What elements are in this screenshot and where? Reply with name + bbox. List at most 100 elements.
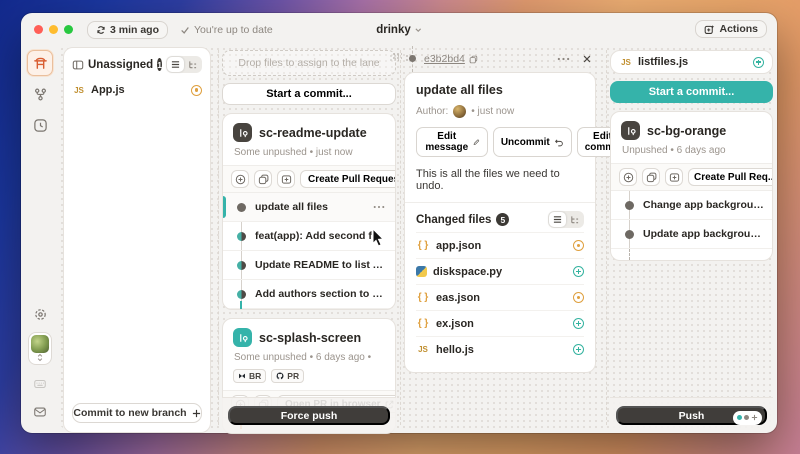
- edit-message-button[interactable]: Edit message: [416, 127, 488, 157]
- assigned-file-row[interactable]: JS listfiles.js: [610, 50, 773, 74]
- workspace-nav-button[interactable]: [27, 50, 53, 76]
- branch-review-badge[interactable]: BR: [233, 369, 266, 383]
- commit-row-selected[interactable]: update all files: [223, 193, 395, 222]
- pr-badge[interactable]: PR: [271, 369, 304, 383]
- branch-header[interactable]: sc-readme-update Some unpushed • just no…: [223, 114, 395, 165]
- close-window-button[interactable]: [34, 25, 43, 34]
- fold-commits-icon-button[interactable]: [642, 168, 660, 186]
- json-file-icon: { }: [416, 240, 430, 251]
- review-icon-button[interactable]: [277, 170, 295, 188]
- added-status-icon: [573, 344, 584, 355]
- lane-bg-orange: JS listfiles.js Start a commit... sc-bg-…: [610, 50, 773, 433]
- github-icon: [276, 372, 284, 380]
- sync-button[interactable]: 3 min ago: [87, 21, 168, 39]
- changed-file-row[interactable]: { } eas.json: [416, 284, 584, 310]
- tree-view-button[interactable]: [184, 57, 201, 72]
- push-bar: Force push: [222, 397, 396, 433]
- uptodate-status: You're up to date: [180, 24, 273, 36]
- tree-view-icon: [570, 215, 579, 224]
- commit-row[interactable]: Update app background color t...: [611, 220, 772, 249]
- lane-drag-handle[interactable]: [392, 52, 402, 59]
- create-pr-button[interactable]: Create Pull Req...: [688, 168, 773, 186]
- branch-header[interactable]: sc-bg-orange Unpushed • 6 days ago: [611, 112, 772, 163]
- create-pr-button[interactable]: Create Pull Request: [300, 170, 396, 188]
- commit-dot: [409, 55, 416, 62]
- mail-icon: [33, 405, 47, 419]
- tree-view-button[interactable]: [566, 212, 583, 227]
- branch-card-bg-orange: sc-bg-orange Unpushed • 6 days ago: [610, 111, 773, 261]
- commit-dot-remote: [237, 261, 246, 270]
- branch-actions: Create Pull Request: [223, 165, 395, 193]
- commit-dot-remote: [237, 232, 246, 241]
- branch-card-readme-update: sc-readme-update Some unpushed • just no…: [222, 113, 396, 310]
- zoom-window-button[interactable]: [64, 25, 73, 34]
- user-avatar: [31, 335, 49, 353]
- plus-icon: [751, 414, 758, 421]
- unassigned-file-row[interactable]: JS App.js: [64, 79, 210, 101]
- commit-menu-button[interactable]: [371, 205, 387, 209]
- js-file-icon: JS: [72, 86, 86, 95]
- modified-status-icon: [191, 85, 202, 96]
- view-toggle: [166, 56, 202, 73]
- changed-file-row[interactable]: diskspace.py: [416, 258, 584, 284]
- branch-header[interactable]: sc-splash-screen Some unpushed • 6 days …: [223, 319, 395, 390]
- commit-dot-local: [625, 201, 634, 210]
- changed-file-row[interactable]: { } ex.json: [416, 310, 584, 336]
- history-nav-button[interactable]: [27, 112, 53, 138]
- fold-commits-icon-button[interactable]: [254, 170, 272, 188]
- minimize-window-button[interactable]: [49, 25, 58, 34]
- project-switcher[interactable]: drinky: [376, 24, 422, 36]
- commit-hash-link[interactable]: e3b2bd4: [424, 53, 465, 65]
- actions-button[interactable]: Actions: [695, 20, 767, 38]
- commit-to-new-branch-button[interactable]: Commit to new branch: [72, 403, 202, 423]
- titlebar: 3 min ago You're up to date drinky Actio…: [21, 13, 777, 46]
- teal-dot-icon: [737, 415, 742, 420]
- commit-row[interactable]: Update README to list Anne as pr...: [223, 251, 395, 280]
- feedback-button[interactable]: [27, 399, 53, 425]
- profile-switcher[interactable]: [28, 332, 52, 365]
- review-icon-button[interactable]: [665, 168, 683, 186]
- json-file-icon: { }: [416, 318, 430, 329]
- plus-icon: [192, 409, 201, 418]
- author-line: Author: • just now: [416, 105, 584, 118]
- branch-actions: Create Pull Req...: [611, 163, 772, 191]
- dropzone[interactable]: Drop files to assign to the lane: [222, 50, 396, 76]
- sync-icon: [96, 25, 106, 35]
- commit-detail-header: e3b2bd4: [404, 50, 596, 68]
- push-button[interactable]: Push: [616, 406, 767, 425]
- commit-row[interactable]: feat(app): Add second favicon to ...: [223, 222, 395, 251]
- commit-row[interactable]: Add authors section to README file: [223, 280, 395, 309]
- list-view-button[interactable]: [549, 212, 566, 227]
- pencil-icon: [473, 138, 479, 147]
- commit-row[interactable]: Change app background color t...: [611, 191, 772, 220]
- changed-file-row[interactable]: JS hello.js: [416, 336, 584, 362]
- chevron-updown-icon: [36, 353, 44, 362]
- gray-dot-icon: [744, 415, 749, 420]
- settings-button[interactable]: [27, 301, 53, 327]
- list-view-button[interactable]: [167, 57, 184, 72]
- branches-icon: [33, 87, 48, 102]
- branches-nav-button[interactable]: [27, 81, 53, 107]
- start-commit-button[interactable]: Start a commit...: [610, 81, 773, 103]
- start-commit-button[interactable]: Start a commit...: [222, 83, 396, 105]
- tree-view-icon: [188, 60, 197, 69]
- commit-list: Change app background color t... Update …: [611, 191, 772, 260]
- unassigned-panel: Unassigned 1 JS App.js Commit to new bra…: [63, 47, 211, 433]
- close-detail-button[interactable]: [582, 54, 592, 64]
- force-push-button[interactable]: Force push: [228, 406, 390, 425]
- add-commit-icon-button[interactable]: [231, 170, 249, 188]
- app-window: 3 min ago You're up to date drinky Actio…: [21, 13, 777, 433]
- push-targets-indicator[interactable]: [733, 411, 762, 425]
- detail-menu-button[interactable]: [555, 57, 572, 61]
- selected-indicator: [223, 196, 226, 218]
- keyboard-shortcuts-button[interactable]: [27, 371, 53, 397]
- add-commit-icon-button[interactable]: [619, 168, 637, 186]
- copy-icon[interactable]: [469, 55, 478, 64]
- ellipsis-icon: [373, 205, 385, 209]
- plus-circle-icon: [235, 174, 246, 185]
- js-file-icon: JS: [619, 58, 633, 67]
- changed-file-row[interactable]: { } app.json: [416, 232, 584, 258]
- plus-circle-icon: [623, 172, 634, 183]
- uncommit-button[interactable]: Uncommit: [493, 127, 572, 157]
- added-status-icon: [753, 57, 764, 68]
